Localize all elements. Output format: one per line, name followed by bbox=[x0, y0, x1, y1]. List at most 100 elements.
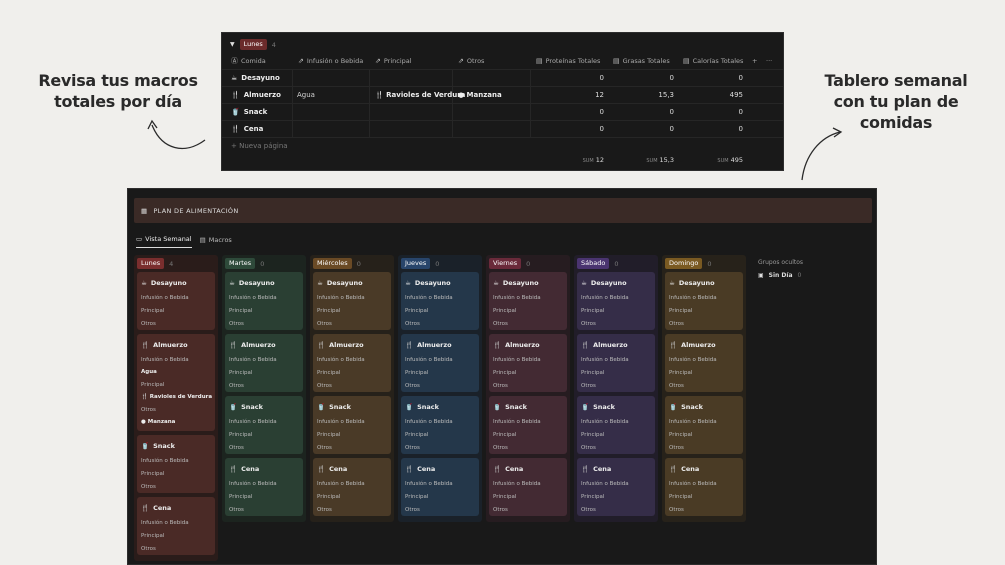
meal-card[interactable]: 🍴 Almuerzo Infusión o Bebida Principal Otros bbox=[489, 334, 567, 392]
meal-card[interactable]: 🥤 Snack Infusión o Bebida Principal Otros bbox=[225, 396, 303, 454]
meal-card[interactable]: 🍴 Cena Infusión o Bebida Principal Otros bbox=[225, 458, 303, 516]
tab-vista-semanal[interactable]: ▭ Vista Semanal bbox=[136, 235, 192, 248]
day-header[interactable]: Miércoles 0 bbox=[313, 258, 361, 269]
fork-knife-icon: 🍴 bbox=[493, 465, 502, 473]
meal-card[interactable]: 🍴 Almuerzo Infusión o Bebida Agua Principal 🍴… bbox=[137, 334, 215, 431]
meal-card[interactable]: 🍴 Almuerzo Infusión o Bebida Principal Otros bbox=[225, 334, 303, 392]
view-tabs: ▭ Vista Semanal ▤ Macros bbox=[136, 235, 232, 248]
tab-macros[interactable]: ▤ Macros bbox=[200, 235, 232, 248]
field-label: Principal bbox=[141, 308, 165, 314]
field-label: Otros bbox=[141, 321, 156, 327]
row-name[interactable]: 🍴 Almuerzo bbox=[231, 91, 281, 99]
day-tag: Viernes bbox=[489, 258, 522, 269]
group-tag: Lunes bbox=[239, 39, 267, 50]
meal-card[interactable]: 🍴 Cena Infusión o Bebida Principal Otros bbox=[577, 458, 655, 516]
group-header[interactable]: ▼ Lunes 4 bbox=[230, 39, 276, 50]
col-comida[interactable]: Ⓐ Comida bbox=[231, 53, 266, 69]
meal-card[interactable]: ☕ Desayuno Infusión o Bebida Principal Otros bbox=[577, 272, 655, 330]
col-label: Otros bbox=[466, 57, 485, 65]
table-row[interactable]: 🍴 Almuerzo Agua 🍴 Ravioles de Verdura ● M… bbox=[222, 86, 783, 103]
field-label: Infusión o Bebida bbox=[493, 357, 541, 363]
meal-card[interactable]: ☕ Desayuno Infusión o Bebida Principal Otros bbox=[401, 272, 479, 330]
day-header[interactable]: Jueves 0 bbox=[401, 258, 439, 269]
meal-card[interactable]: 🍴 Almuerzo Infusión o Bebida Principal Otros bbox=[577, 334, 655, 392]
day-header[interactable]: Domingo 0 bbox=[665, 258, 711, 269]
otros-value[interactable]: ● Manzana bbox=[458, 91, 502, 99]
col-bebida[interactable]: ⇗ Infusión o Bebida bbox=[298, 53, 363, 69]
fork-knife-icon: 🍴 bbox=[669, 341, 678, 349]
add-column-button[interactable]: + bbox=[752, 53, 757, 69]
table-row[interactable]: 🥤 Snack 0 0 0 bbox=[222, 103, 783, 120]
new-page-text: Nueva página bbox=[239, 142, 288, 150]
meal-card[interactable]: 🥤 Snack Infusión o Bebida Principal Otros bbox=[401, 396, 479, 454]
sum-label: SUM bbox=[646, 158, 658, 164]
meal-title: 🥤 Snack bbox=[229, 403, 263, 411]
meal-card[interactable]: 🍴 Cena Infusión o Bebida Principal Otros bbox=[137, 497, 215, 555]
day-header[interactable]: Lunes 4 bbox=[137, 258, 173, 269]
no-day-count: 0 bbox=[797, 272, 802, 279]
bebida-value[interactable]: Agua bbox=[297, 91, 315, 99]
fork-knife-icon: 🍴 bbox=[405, 465, 414, 473]
principal-value[interactable]: 🍴 Ravioles de Verdura bbox=[375, 91, 465, 99]
field-label: Infusión o Bebida bbox=[317, 357, 365, 363]
meal-card[interactable]: ☕ Desayuno Infusión o Bebida Principal Otros bbox=[313, 272, 391, 330]
day-header[interactable]: Martes 0 bbox=[225, 258, 264, 269]
callout-line: totales por día bbox=[54, 92, 182, 111]
meal-card[interactable]: 🍴 Cena Infusión o Bebida Principal Otros bbox=[665, 458, 743, 516]
fork-knife-icon: 🍴 bbox=[493, 341, 502, 349]
new-page-button[interactable]: + Nueva página bbox=[222, 137, 783, 154]
meal-card[interactable]: 🥤 Snack Infusión o Bebida Principal Otros bbox=[577, 396, 655, 454]
caret-down-icon[interactable]: ▼ bbox=[230, 41, 235, 48]
col-calorias[interactable]: ▤ Calorías Totales bbox=[683, 53, 743, 69]
table-row[interactable]: ☕ Desayuno 0 0 0 bbox=[222, 69, 783, 86]
day-header[interactable]: Viernes 0 bbox=[489, 258, 530, 269]
principal-value[interactable]: 🍴 Ravioles de Verdura bbox=[141, 394, 212, 400]
meal-card[interactable]: ☕ Desayuno Infusión o Bebida Principal Otros bbox=[225, 272, 303, 330]
meal-card[interactable]: 🥤 Snack Infusión o Bebida Principal Otros bbox=[137, 435, 215, 493]
meal-title: ☕ Desayuno bbox=[581, 279, 627, 287]
col-grasas[interactable]: ▤ Grasas Totales bbox=[613, 53, 670, 69]
otros-value[interactable]: ● Manzana bbox=[141, 419, 175, 425]
field-label: Principal bbox=[669, 370, 693, 376]
field-label: Infusión o Bebida bbox=[669, 357, 717, 363]
meal-name: Cena bbox=[505, 465, 524, 473]
meal-name: Cena bbox=[417, 465, 436, 473]
meal-card[interactable]: 🥤 Snack Infusión o Bebida Principal Otros bbox=[313, 396, 391, 454]
row-name[interactable]: 🍴 Cena bbox=[231, 125, 263, 133]
row-name[interactable]: ☕ Desayuno bbox=[231, 74, 280, 82]
meal-title: ☕ Desayuno bbox=[493, 279, 539, 287]
meal-title: 🍴 Cena bbox=[581, 465, 611, 473]
field-label: Principal bbox=[493, 432, 517, 438]
meal-title: ☕ Desayuno bbox=[405, 279, 451, 287]
meal-card[interactable]: ☕ Desayuno Infusión o Bebida Principal Otros bbox=[665, 272, 743, 330]
meal-card[interactable]: 🍴 Almuerzo Infusión o Bebida Principal Otros bbox=[401, 334, 479, 392]
more-options-button[interactable]: ··· bbox=[766, 53, 772, 69]
col-principal[interactable]: ⇗ Principal bbox=[375, 53, 412, 69]
meal-plan-board: ▦ PLAN DE ALIMENTACIÓN ▭ Vista Semanal ▤ M… bbox=[127, 188, 877, 565]
cup-icon: ☕ bbox=[317, 279, 323, 287]
macros-table: ▼ Lunes 4 Ⓐ Comida ⇗ Infusión o Bebida ⇗ Pr… bbox=[221, 32, 784, 171]
day-header[interactable]: Sábado 0 bbox=[577, 258, 618, 269]
field-label: Otros bbox=[669, 507, 684, 513]
meal-card[interactable]: 🍴 Almuerzo Infusión o Bebida Principal Otros bbox=[313, 334, 391, 392]
meal-card[interactable]: 🍴 Almuerzo Infusión o Bebida Principal Otros bbox=[665, 334, 743, 392]
meal-card[interactable]: 🥤 Snack Infusión o Bebida Principal Otros bbox=[489, 396, 567, 454]
day-tag: Sábado bbox=[577, 258, 610, 269]
field-label: Principal bbox=[669, 432, 693, 438]
meal-card[interactable]: ☕ Desayuno Infusión o Bebida Principal Otros bbox=[489, 272, 567, 330]
field-label: Principal bbox=[493, 308, 517, 314]
row-name[interactable]: 🥤 Snack bbox=[231, 108, 267, 116]
prot-value: 0 bbox=[599, 74, 604, 82]
bebida-value[interactable]: Agua bbox=[141, 369, 157, 375]
meal-card[interactable]: 🥤 Snack Infusión o Bebida Principal Otros bbox=[665, 396, 743, 454]
meal-card[interactable]: 🍴 Cena Infusión o Bebida Principal Otros bbox=[401, 458, 479, 516]
field-label: Principal bbox=[405, 308, 429, 314]
meal-card[interactable]: ☕ Desayuno Infusión o Bebida Principal Otros bbox=[137, 272, 215, 330]
meal-card[interactable]: 🍴 Cena Infusión o Bebida Principal Otros bbox=[489, 458, 567, 516]
col-proteinas[interactable]: ▤ Proteínas Totales bbox=[536, 53, 600, 69]
col-otros[interactable]: ⇗ Otros bbox=[458, 53, 484, 69]
no-day-group[interactable]: ▣ Sin Día 0 bbox=[758, 272, 803, 279]
meal-card[interactable]: 🍴 Cena Infusión o Bebida Principal Otros bbox=[313, 458, 391, 516]
meal-name: Almuerzo bbox=[593, 341, 628, 349]
table-row[interactable]: 🍴 Cena 0 0 0 bbox=[222, 120, 783, 137]
